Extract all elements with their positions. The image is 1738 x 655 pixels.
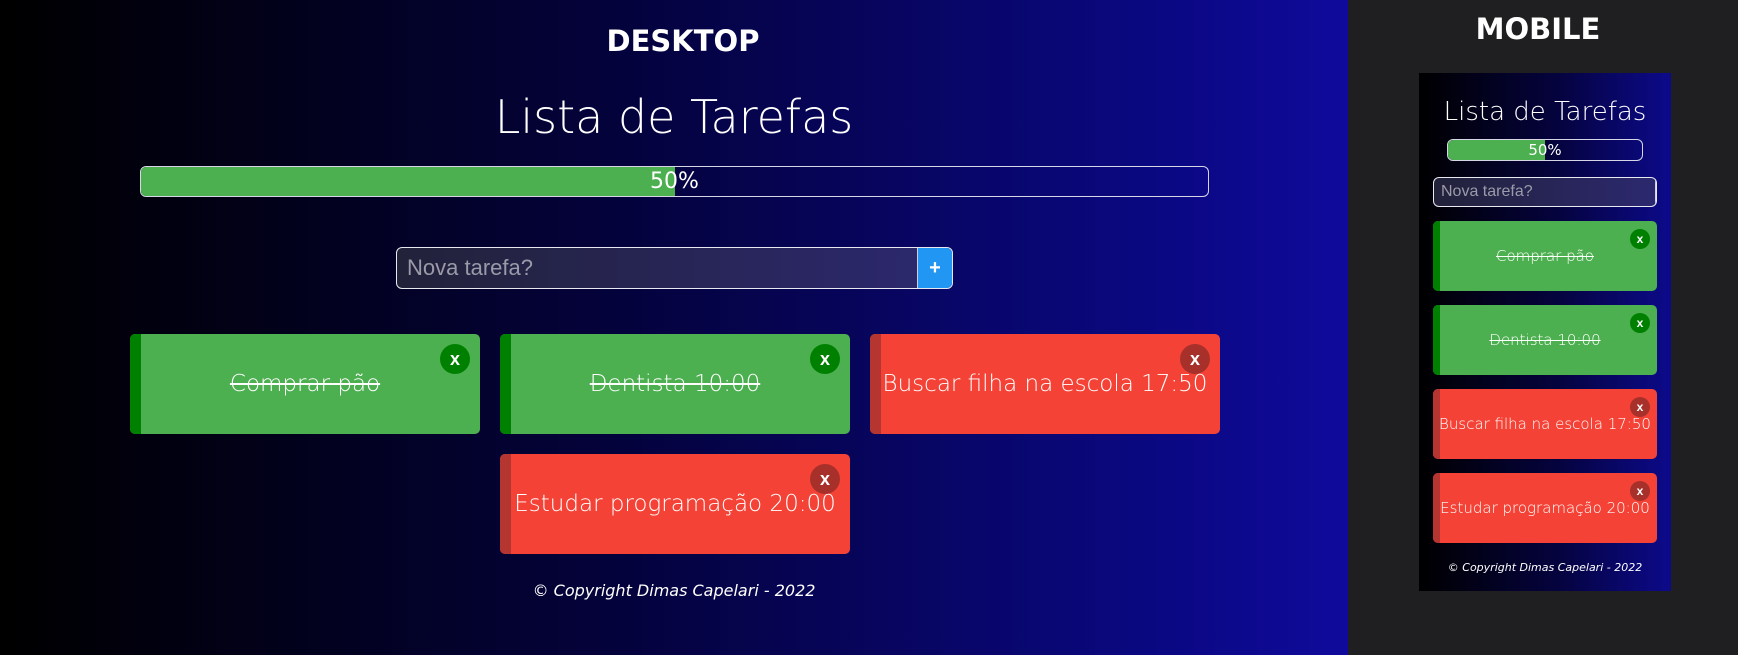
mobile-task-card[interactable]: Comprar pão x — [1433, 221, 1657, 291]
mobile-copyright: © Copyright Dimas Capelari - 2022 — [1447, 561, 1643, 574]
task-text: Comprar pão — [229, 371, 381, 397]
task-card[interactable]: Buscar filha na escola 17:50 x — [870, 334, 1220, 434]
new-task-input[interactable] — [397, 248, 917, 288]
task-status-bar — [1433, 473, 1440, 543]
task-status-bar — [1433, 305, 1440, 375]
copyright: © Copyright Dimas Capelari - 2022 — [532, 581, 816, 600]
mobile-task-card[interactable]: Estudar programação 20:00 x — [1433, 473, 1657, 543]
mobile-task-card[interactable]: Dentista 10:00 x — [1433, 305, 1657, 375]
page-title: Lista de Tarefas — [494, 90, 854, 144]
mobile-view: Lista de Tarefas 50% + Comprar pão x Den… — [1419, 73, 1671, 591]
mobile-task-card[interactable]: Buscar filha na escola 17:50 x — [1433, 389, 1657, 459]
task-card[interactable]: Dentista 10:00 x — [500, 334, 850, 434]
delete-task-button[interactable]: x — [440, 344, 470, 374]
mobile-progress-label: 50% — [1528, 141, 1562, 159]
mobile-add-task-button[interactable]: + — [1655, 178, 1656, 206]
task-status-bar — [1433, 221, 1440, 291]
task-status-bar — [1433, 389, 1440, 459]
task-text: Buscar filha na escola 17:50 — [1439, 415, 1651, 433]
progress-label: 50% — [650, 169, 699, 194]
desktop-view: DESKTOP Lista de Tarefas 50% + Comprar p… — [0, 0, 1348, 655]
mobile-page-title: Lista de Tarefas — [1443, 97, 1647, 127]
add-task-button[interactable]: + — [917, 248, 952, 288]
mobile-section-title: MOBILE — [1475, 12, 1601, 46]
delete-task-button[interactable]: x — [1630, 313, 1650, 333]
task-text: Buscar filha na escola 17:50 — [882, 371, 1208, 397]
delete-task-button[interactable]: x — [1630, 397, 1650, 417]
mobile-new-task-input[interactable] — [1434, 178, 1655, 206]
progress-bar: 50% — [140, 166, 1209, 197]
delete-task-button[interactable]: x — [810, 344, 840, 374]
task-card[interactable]: Comprar pão x — [130, 334, 480, 434]
mobile-new-task-form: + — [1433, 177, 1657, 207]
task-status-bar — [870, 334, 881, 434]
delete-task-button[interactable]: x — [1630, 481, 1650, 501]
delete-task-button[interactable]: x — [1630, 229, 1650, 249]
desktop-section-title: DESKTOP — [606, 24, 760, 58]
task-text: Dentista 10:00 — [589, 371, 761, 397]
task-status-bar — [500, 334, 511, 434]
task-status-bar — [130, 334, 141, 434]
task-status-bar — [500, 454, 511, 554]
task-text: Estudar programação 20:00 — [1440, 499, 1650, 517]
mobile-progress-bar: 50% — [1447, 139, 1643, 161]
task-text: Estudar programação 20:00 — [514, 491, 836, 517]
delete-task-button[interactable]: x — [810, 464, 840, 494]
delete-task-button[interactable]: x — [1180, 344, 1210, 374]
new-task-form: + — [396, 247, 953, 289]
task-text: Dentista 10:00 — [1489, 331, 1601, 349]
task-text: Comprar pão — [1496, 247, 1594, 265]
task-card[interactable]: Estudar programação 20:00 x — [500, 454, 850, 554]
